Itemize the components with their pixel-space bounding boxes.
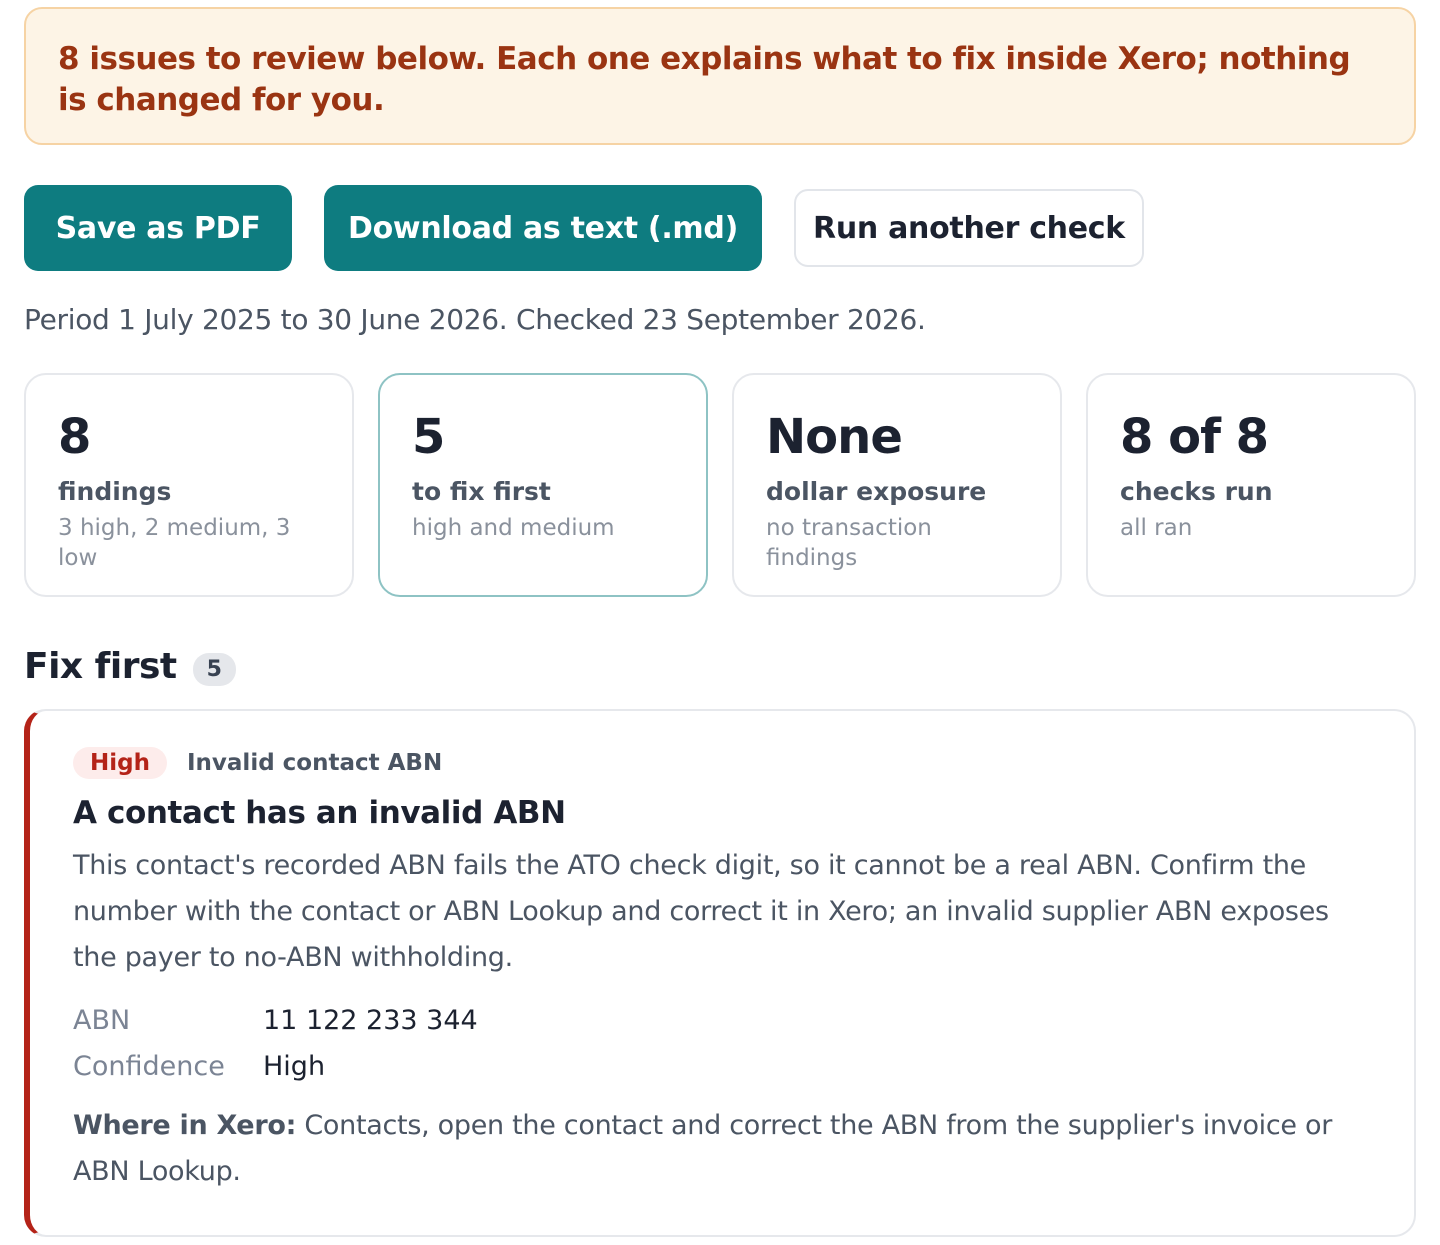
section-title: Fix first xyxy=(24,646,177,687)
stat-label: to fix first xyxy=(412,477,551,506)
period-summary: Period 1 July 2025 to 30 June 2026. Chec… xyxy=(24,303,926,336)
stat-sub: high and medium xyxy=(412,515,615,541)
stat-label: findings xyxy=(58,477,172,506)
stat-card-checks-run: 8 of 8 checks run all ran xyxy=(1086,373,1416,597)
count-badge: 5 xyxy=(192,653,236,686)
download-markdown-button[interactable]: Download as text (.md) xyxy=(324,185,762,271)
severity-badge: High xyxy=(73,747,167,779)
stat-sub: no transaction findings xyxy=(766,515,932,571)
alert-message: 8 issues to review below. Each one expla… xyxy=(58,41,1351,118)
stat-value: 5 xyxy=(412,409,445,465)
detail-key: ABN xyxy=(73,1005,131,1036)
stat-card-dollar-exposure: None dollar exposure no transaction find… xyxy=(732,373,1062,597)
save-pdf-button[interactable]: Save as PDF xyxy=(24,185,292,271)
finding-card-header: High Invalid contact ABN xyxy=(73,747,1366,779)
run-another-check-button[interactable]: Run another check xyxy=(794,189,1144,267)
check-name: Invalid contact ABN xyxy=(186,750,443,776)
finding-card: High Invalid contact ABN A contact has a… xyxy=(24,709,1416,1237)
detail-value: 11 122 233 344 xyxy=(263,1005,478,1036)
stat-sub: 3 high, 2 medium, 3 low xyxy=(58,515,291,571)
detail-key: Confidence xyxy=(73,1051,225,1082)
finding-title: A contact has an invalid ABN xyxy=(73,795,566,831)
stat-value: None xyxy=(766,409,903,465)
stat-value: 8 of 8 xyxy=(1120,409,1269,465)
stat-value: 8 xyxy=(58,409,91,465)
where-in-xero: Where in Xero: Contacts, open the contac… xyxy=(73,1103,1366,1195)
review-alert: 8 issues to review below. Each one expla… xyxy=(24,7,1416,145)
fix-first-header: Fix first 5 xyxy=(24,646,236,687)
finding-details: ABN 11 122 233 344 Confidence High xyxy=(73,1001,1366,1087)
detail-value: High xyxy=(263,1051,326,1082)
stat-label: dollar exposure xyxy=(766,477,987,506)
stat-label: checks run xyxy=(1120,477,1273,506)
stat-sub: all ran xyxy=(1120,515,1193,541)
finding-description: This contact's recorded ABN fails the AT… xyxy=(73,850,1329,973)
stat-card-fix-first: 5 to fix first high and medium xyxy=(378,373,708,597)
stat-card-findings: 8 findings 3 high, 2 medium, 3 low xyxy=(24,373,354,597)
where-label: Where in Xero: xyxy=(73,1110,297,1141)
